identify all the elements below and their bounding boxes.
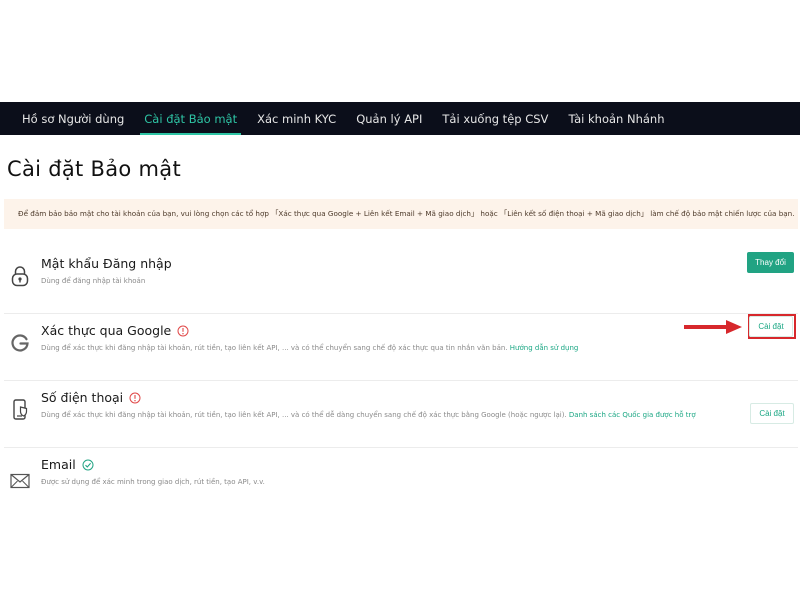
- login-password-row: Mật khẩu Đăng nhập Dùng để đăng nhập tài…: [4, 247, 798, 314]
- page-title: Cài đặt Bảo mật: [7, 157, 182, 181]
- email-title-text: Email: [41, 457, 76, 472]
- tab-sub-accounts[interactable]: Tài khoản Nhánh: [558, 102, 674, 135]
- phone-title: Số điện thoại: [41, 390, 141, 405]
- warning-icon: [177, 325, 189, 337]
- phone-title-text: Số điện thoại: [41, 390, 124, 405]
- google-auth-desc-text: Dùng để xác thực khi đăng nhập tài khoản…: [41, 344, 508, 352]
- tab-user-profile[interactable]: Hồ sơ Người dùng: [12, 102, 134, 135]
- login-password-desc: Dùng để đăng nhập tài khoản: [41, 277, 146, 285]
- security-settings-screen: Hồ sơ Người dùng Cài đặt Bảo mật Xác min…: [0, 102, 800, 500]
- red-arrow-annotation: [684, 320, 742, 334]
- warning-icon: [129, 392, 141, 404]
- email-desc: Được sử dụng để xác minh trong giao dịch…: [41, 478, 265, 486]
- check-circle-icon: [82, 459, 94, 471]
- security-notice-banner: Để đảm bảo bảo mật cho tài khoản của bạn…: [4, 199, 798, 229]
- tab-csv-download[interactable]: Tải xuống tệp CSV: [432, 102, 558, 135]
- tab-api-management[interactable]: Quản lý API: [346, 102, 432, 135]
- change-password-button[interactable]: Thay đổi: [747, 252, 794, 273]
- supported-countries-link[interactable]: Danh sách các Quốc gia được hỗ trợ: [569, 411, 696, 419]
- tab-kyc-verification[interactable]: Xác minh KYC: [247, 102, 346, 135]
- login-password-title-text: Mật khẩu Đăng nhập: [41, 256, 172, 271]
- setup-google-auth-button[interactable]: Cài đặt: [749, 316, 793, 337]
- setup-phone-button[interactable]: Cài đặt: [750, 403, 794, 424]
- user-guide-link[interactable]: Hướng dẫn sử dụng: [510, 344, 579, 352]
- account-navbar: Hồ sơ Người dùng Cài đặt Bảo mật Xác min…: [0, 102, 800, 135]
- phone-desc: Dùng để xác thực khi đăng nhập tài khoản…: [41, 411, 696, 419]
- envelope-icon: [10, 470, 30, 492]
- email-title: Email: [41, 457, 94, 472]
- email-row: Email Được sử dụng để xác minh trong gia…: [4, 448, 798, 500]
- lock-icon: [10, 265, 30, 287]
- tab-security-settings[interactable]: Cài đặt Bảo mật: [134, 102, 247, 135]
- google-auth-title-text: Xác thực qua Google: [41, 323, 172, 338]
- login-password-title: Mật khẩu Đăng nhập: [41, 256, 172, 271]
- google-auth-desc: Dùng để xác thực khi đăng nhập tài khoản…: [41, 344, 578, 352]
- google-auth-row: Xác thực qua Google Dùng để xác thực khi…: [4, 314, 798, 381]
- phone-desc-text: Dùng để xác thực khi đăng nhập tài khoản…: [41, 411, 567, 419]
- phone-icon: [10, 399, 30, 421]
- google-auth-title: Xác thực qua Google: [41, 323, 189, 338]
- security-options-list: Mật khẩu Đăng nhập Dùng để đăng nhập tài…: [0, 247, 800, 500]
- phone-row: Số điện thoại Dùng để xác thực khi đăng …: [4, 381, 798, 448]
- google-icon: [10, 332, 30, 354]
